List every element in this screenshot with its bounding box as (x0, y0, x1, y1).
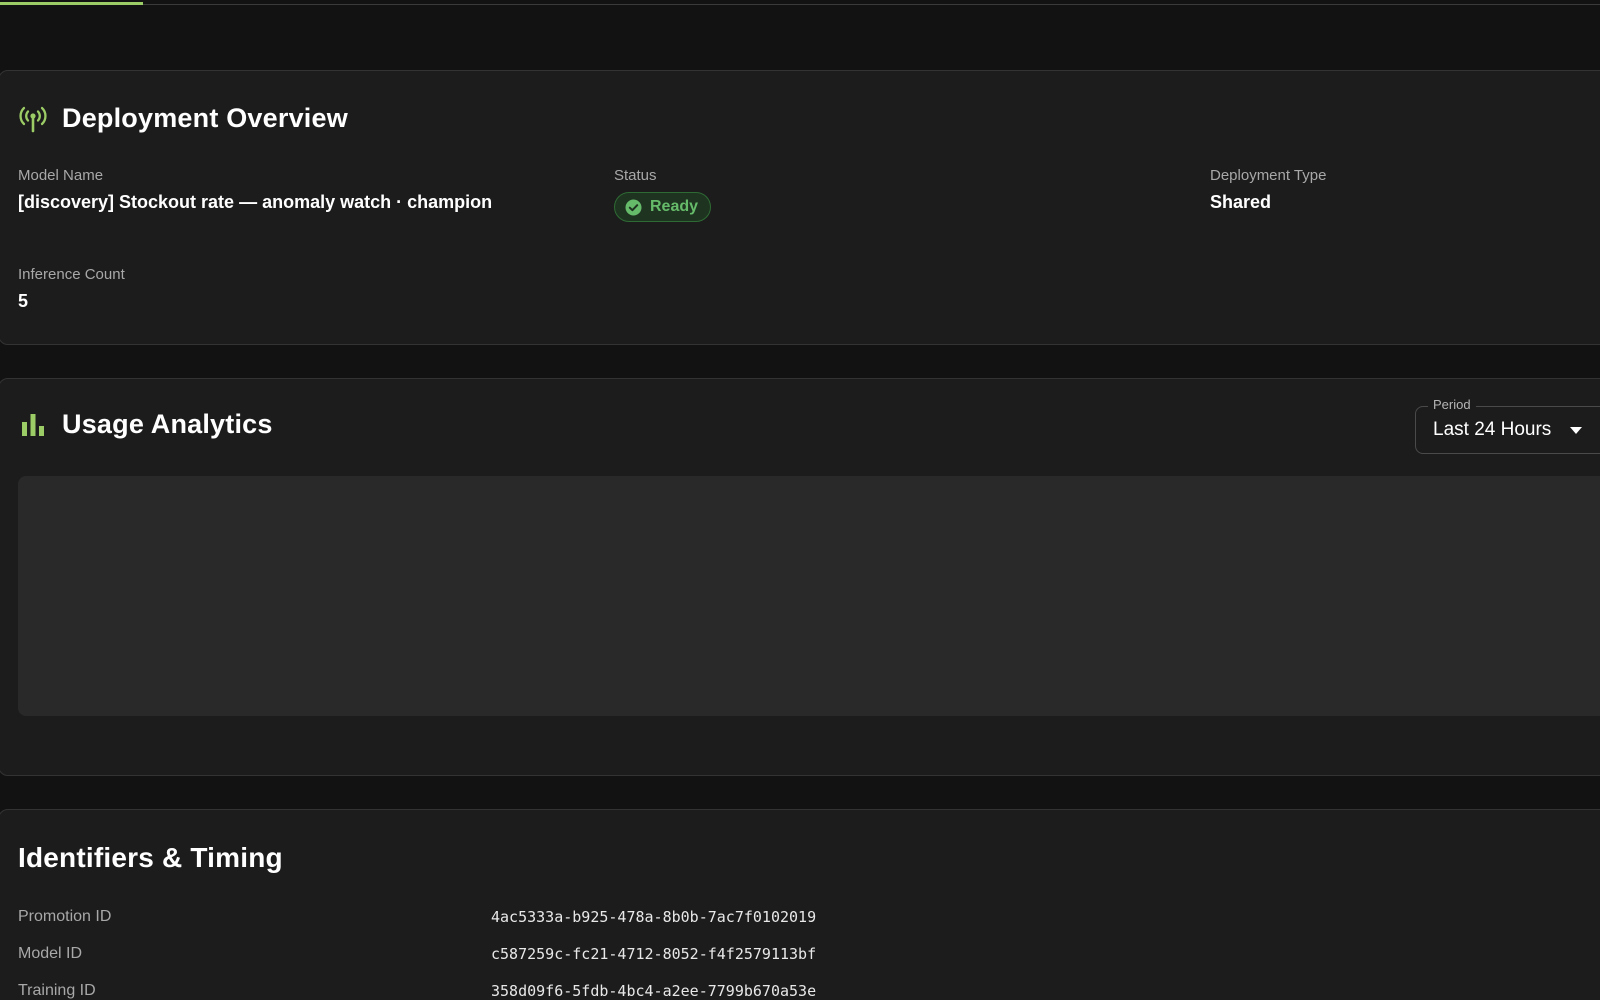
deployment-type-value: Shared (1210, 192, 1272, 212)
model-name-field: Model Name [discovery] Stockout rate — a… (18, 167, 492, 213)
period-select[interactable]: Period Last 24 Hours (1415, 397, 1600, 454)
chevron-down-icon (1570, 427, 1582, 434)
inference-count-field: Inference Count 5 (18, 266, 125, 312)
training-id-label: Training ID (18, 982, 96, 999)
period-select-label: Period (1428, 397, 1476, 412)
usage-analytics-card: Usage Analytics Period Last 24 Hours (0, 378, 1600, 776)
inference-count-value: 5 (18, 291, 29, 311)
bar-chart-icon (18, 410, 48, 440)
id-row-model: Model ID c587259c-fc21-4712-8052-f4f2579… (18, 945, 1218, 963)
status-value: Ready (650, 198, 699, 215)
model-id-value: c587259c-fc21-4712-8052-f4f2579113bf (491, 945, 817, 963)
status-field: Status Ready (614, 167, 712, 222)
check-circle-icon (625, 199, 642, 216)
loading-progress-bar (0, 2, 143, 5)
model-name-value: [discovery] Stockout rate — anomaly watc… (18, 192, 493, 212)
deployment-detail-page: Deployment Overview Model Name [discover… (0, 0, 1600, 1000)
period-select-value: Last 24 Hours (1433, 419, 1552, 440)
status-label: Status (614, 167, 657, 184)
deployment-overview-header: Deployment Overview (18, 103, 348, 134)
training-id-value: 358d09f6-5fdb-4bc4-a2ee-7799b670a53e (491, 982, 817, 1000)
deployment-type-field: Deployment Type Shared (1210, 167, 1326, 213)
promotion-id-label: Promotion ID (18, 908, 112, 925)
deployment-overview-card: Deployment Overview Model Name [discover… (0, 70, 1600, 345)
model-name-label: Model Name (18, 167, 104, 184)
usage-analytics-header: Usage Analytics (18, 409, 273, 440)
status-badge: Ready (614, 192, 712, 222)
broadcast-antenna-icon (18, 104, 48, 134)
inference-count-label: Inference Count (18, 266, 125, 283)
deployment-type-label: Deployment Type (1210, 167, 1327, 184)
identifiers-timing-title: Identifiers & Timing (18, 842, 283, 873)
usage-chart-placeholder (18, 476, 1600, 716)
id-row-training: Training ID 358d09f6-5fdb-4bc4-a2ee-7799… (18, 982, 1218, 1000)
id-row-promotion: Promotion ID 4ac5333a-b925-478a-8b0b-7ac… (18, 908, 1218, 926)
deployment-overview-title: Deployment Overview (62, 103, 348, 133)
model-id-label: Model ID (18, 945, 83, 962)
loading-progress-track (0, 4, 1600, 5)
promotion-id-value: 4ac5333a-b925-478a-8b0b-7ac7f0102019 (491, 908, 817, 926)
identifiers-timing-card: Identifiers & Timing Promotion ID 4ac533… (0, 809, 1600, 1000)
usage-analytics-title: Usage Analytics (62, 409, 273, 439)
